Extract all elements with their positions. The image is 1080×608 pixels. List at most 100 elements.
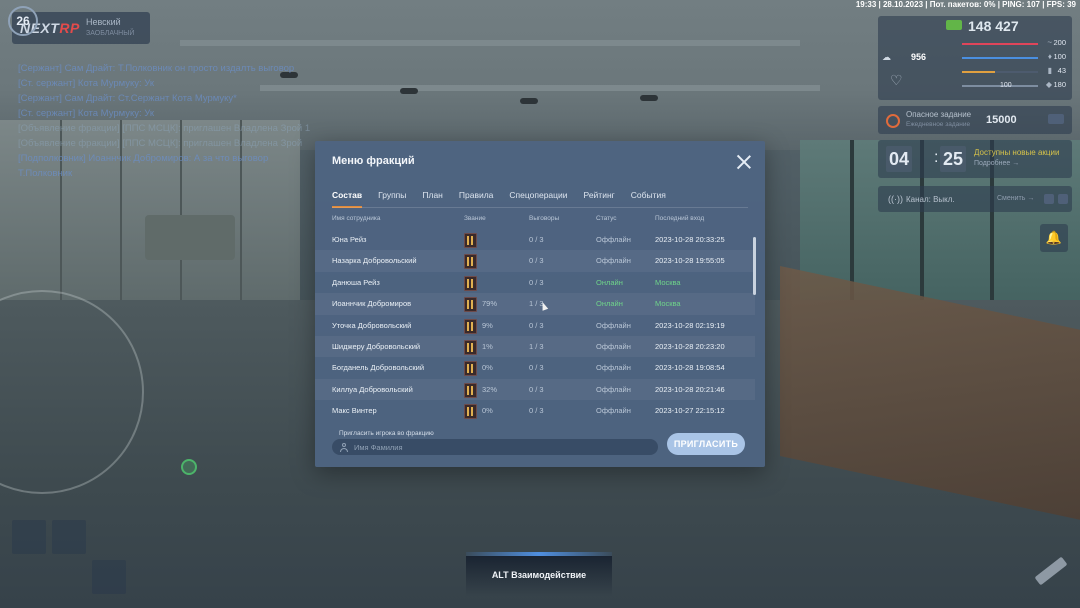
fuel-icon: ▮	[1047, 66, 1052, 75]
rank-icon	[464, 361, 477, 377]
inventory-slot[interactable]	[52, 520, 86, 554]
member-progress: 32%	[482, 384, 498, 394]
shield-icon: ◆	[1045, 80, 1052, 89]
radio-icon: ((·))	[888, 194, 903, 204]
member-status: Оффлайн	[596, 363, 631, 373]
chat-line: [Сержант] Сам Драйт: Ст.Сержант Кота Мур…	[18, 93, 237, 104]
member-status: Онлайн	[596, 277, 623, 287]
member-warns: 1 / 3	[529, 341, 544, 351]
member-warns: 0 / 3	[529, 320, 544, 330]
col-rank: Звание	[464, 215, 486, 222]
chat-line: [Объявление фракции] [ППС МСЦК]: приглаш…	[18, 138, 303, 149]
server-name-label: Невский	[86, 17, 121, 27]
promo-more-link[interactable]: Подробнее →	[974, 160, 1019, 167]
sofa	[145, 215, 235, 260]
user-icon	[340, 443, 348, 452]
inventory-slot[interactable]	[92, 560, 126, 594]
tab-events[interactable]: События	[631, 190, 666, 208]
money-amount: 148 427	[968, 18, 1019, 34]
ceiling-beam	[180, 40, 800, 46]
inventory-slot[interactable]	[12, 520, 46, 554]
members-table: Юна Рейз 0 / 3 Оффлайн 2023-10-28 20:33:…	[315, 229, 765, 422]
interaction-text: ALT Взаимодействие	[466, 556, 612, 596]
tab-plan[interactable]: План	[422, 190, 443, 208]
member-status: Оффлайн	[596, 406, 631, 416]
member-progress: 0%	[482, 363, 493, 373]
member-name: Шиджеру Добровольский	[332, 341, 421, 351]
rank-icon	[464, 254, 477, 270]
tab-rating[interactable]: Рейтинг	[584, 190, 615, 208]
member-last-login: 2023-10-28 20:33:25	[655, 235, 725, 244]
member-name: Уточка Добровольский	[332, 320, 412, 330]
promo-available: Доступны новые акции	[974, 148, 1060, 157]
member-warns: 0 / 3	[529, 256, 544, 266]
key-hint	[1058, 194, 1068, 204]
ceiling-lamp	[640, 95, 658, 101]
col-last-login: Последний вход	[655, 215, 705, 222]
tab-groups[interactable]: Группы	[378, 190, 406, 208]
member-progress: 79%	[482, 299, 498, 309]
table-row[interactable]: Иоаннчик Добромиров 79% 1 / 3 Онлайн Мос…	[315, 293, 755, 315]
chat-line: [Сержант] Сам Драйт: Т.Полковник он прос…	[18, 63, 295, 74]
server-name: Невский ЗАОБЛАЧНЫЙ	[86, 17, 134, 39]
radio-panel[interactable]: ((·)) Канал: Выкл. Сменить →	[878, 186, 1072, 212]
member-name: Данюша Рейз	[332, 277, 380, 287]
rank-icon	[464, 275, 477, 291]
table-row[interactable]: Данюша Рейз 0 / 3 Онлайн Москва	[315, 272, 755, 293]
member-warns: 0 / 3	[529, 384, 544, 394]
member-status: Онлайн	[596, 299, 623, 309]
invite-name-input[interactable]	[332, 439, 658, 455]
modal-title: Меню фракций	[332, 155, 415, 167]
tab-staff[interactable]: Состав	[332, 190, 363, 208]
table-row[interactable]: Богданель Добровольский 0% 0 / 3 Оффлайн…	[315, 357, 755, 378]
chat-line: [Ст. сержант] Кота Мурмуку: Ук	[18, 108, 155, 119]
interaction-hint: ALT Взаимодействие	[466, 552, 612, 596]
task-reward: 15000	[986, 114, 1017, 126]
member-progress: 1%	[482, 341, 493, 351]
member-status: Оффлайн	[596, 320, 631, 330]
rank-icon	[464, 339, 477, 355]
radio-change-link[interactable]: Сменить →	[997, 195, 1034, 202]
table-row[interactable]: Макс Винтер 0% 0 / 3 Оффлайн 2023-10-27 …	[315, 400, 755, 421]
task-badge	[1048, 114, 1064, 124]
member-last-login: 2023-10-28 02:19:19	[655, 320, 725, 330]
table-row[interactable]: Назарка Добровольский 0 / 3 Оффлайн 2023…	[315, 250, 755, 272]
member-last-login: 2023-10-28 19:55:05	[655, 256, 725, 266]
member-name: Киллуа Добровольский	[332, 384, 413, 394]
table-row[interactable]: Уточка Добровольский 9% 0 / 3 Оффлайн 20…	[315, 315, 755, 336]
table-row[interactable]: Киллуа Добровольский 32% 0 / 3 Оффлайн 2…	[315, 378, 755, 401]
modal-tabs: Состав Группы План Правила Спецоперации …	[332, 190, 682, 208]
member-status: Оффлайн	[596, 235, 631, 244]
tab-rules[interactable]: Правила	[459, 190, 494, 208]
key-hint	[1044, 194, 1054, 204]
close-icon[interactable]	[735, 153, 753, 171]
ceiling-lamp	[520, 98, 538, 104]
bell-icon[interactable]: 🔔	[1040, 224, 1068, 252]
status-bar: ▮ 43	[962, 66, 1066, 80]
status-bar: ~200	[962, 38, 1066, 52]
table-scrollbar[interactable]	[753, 237, 756, 295]
task-panel[interactable]: Опасное задание Ежедневное задание 15000	[878, 106, 1072, 134]
member-warns: 0 / 3	[529, 363, 544, 373]
member-last-login: 2023-10-27 22:15:12	[655, 406, 725, 416]
member-name: Макс Винтер	[332, 406, 377, 416]
invite-button[interactable]: ПРИГЛАСИТЬ	[667, 433, 745, 455]
table-row[interactable]: Юна Рейз 0 / 3 Оффлайн 2023-10-28 20:33:…	[315, 229, 755, 250]
member-name: Иоаннчик Добромиров	[332, 299, 412, 309]
mic-icon: ♦	[1047, 52, 1052, 61]
rank-icon	[464, 318, 477, 334]
table-header: Имя сотрудника Звание Выговоры Статус По…	[315, 215, 765, 229]
member-last-login: 2023-10-28 20:23:20	[655, 341, 725, 351]
armor-value: 100	[1000, 82, 1012, 89]
chat-line: [Подполковник] Иоаннчик Добромиров: А за…	[18, 153, 269, 164]
member-progress: 9%	[482, 320, 493, 330]
rank-icon	[464, 404, 477, 420]
member-location: Москва	[655, 299, 681, 309]
task-icon	[886, 114, 900, 128]
tab-special-ops[interactable]: Спецоперации	[509, 190, 567, 208]
table-row[interactable]: Шиджеру Добровольский 1% 1 / 3 Оффлайн 2…	[315, 335, 755, 358]
timer-colon: :	[934, 149, 939, 166]
tabs-divider	[332, 207, 748, 208]
member-name: Назарка Добровольский	[332, 256, 417, 266]
promo-timer-panel[interactable]: 04 : 25 Доступны новые акции Подробнее →	[878, 140, 1072, 178]
